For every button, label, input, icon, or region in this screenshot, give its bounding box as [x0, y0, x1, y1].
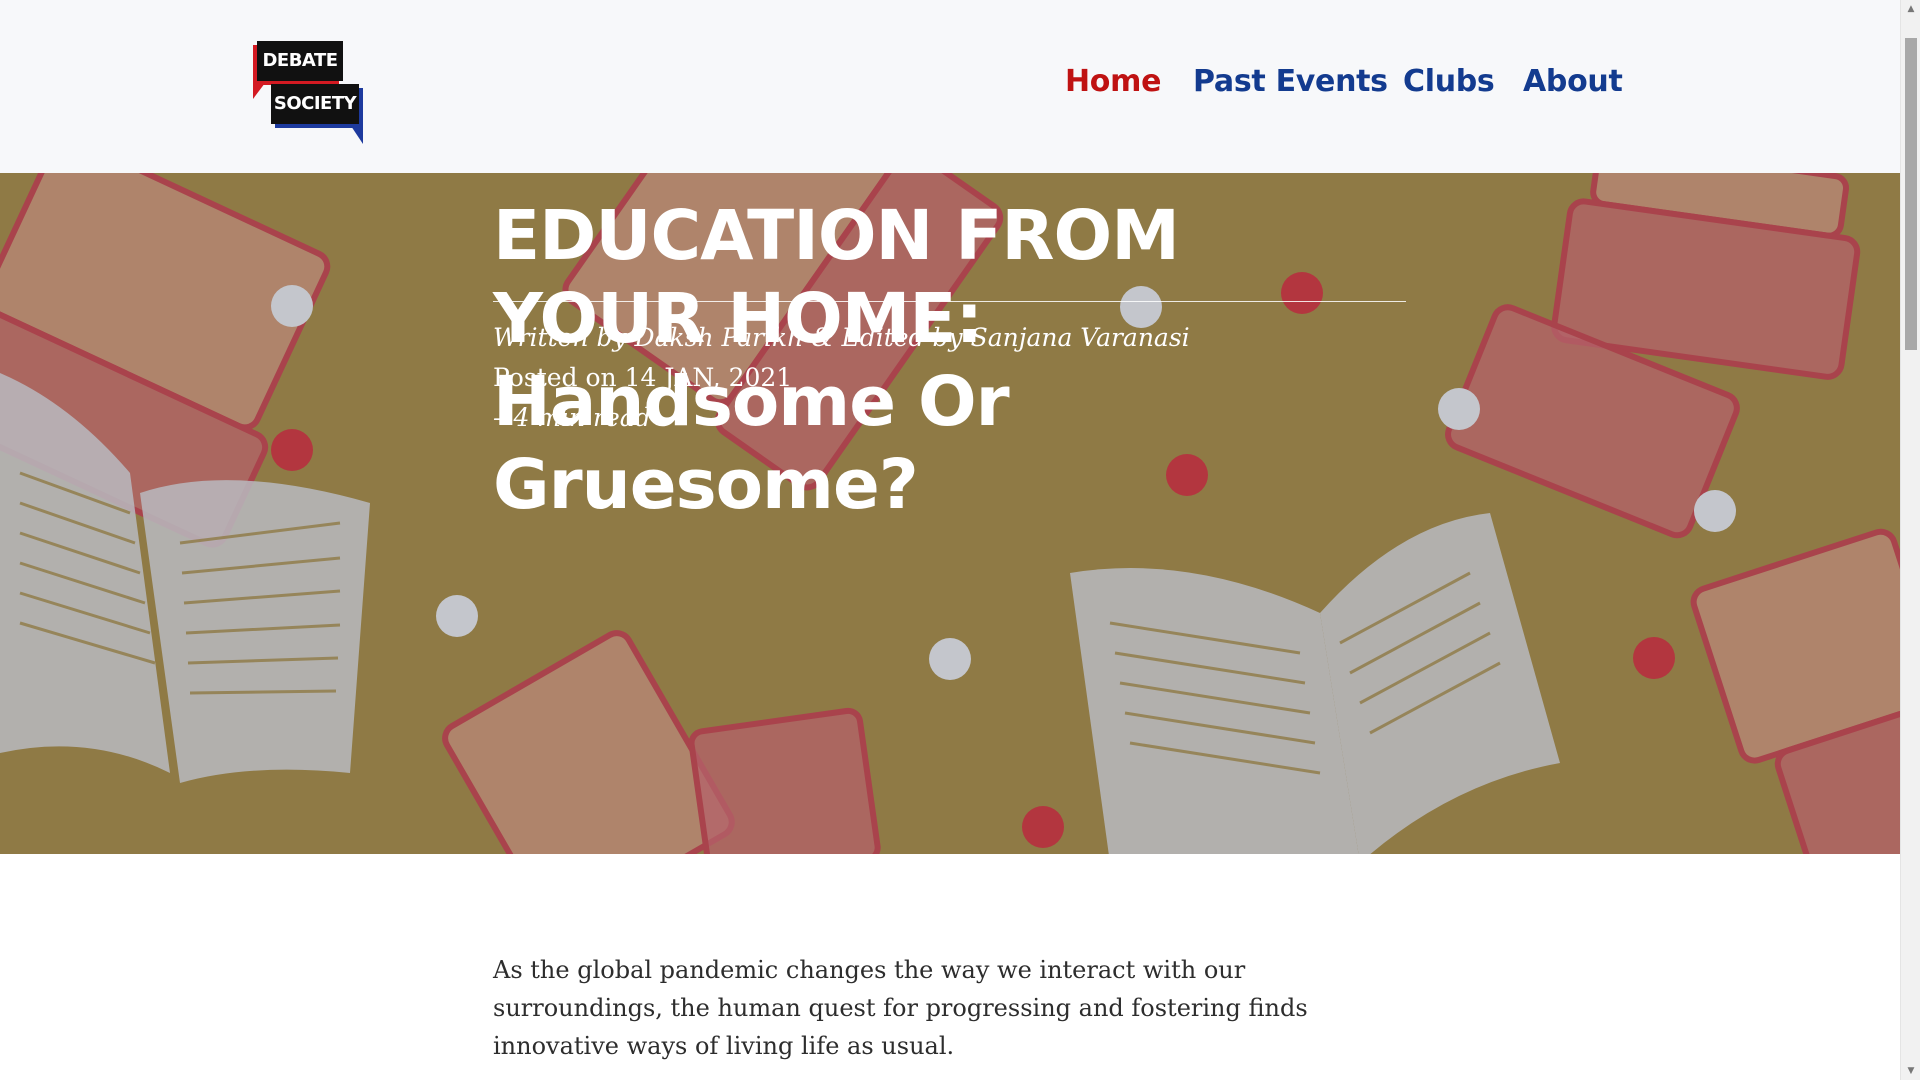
article-intro-paragraph: As the global pandemic changes the way w… — [493, 956, 1308, 1060]
scroll-down-arrow-icon[interactable]: ▼ — [1901, 1062, 1920, 1080]
read-time: – 4 min read — [493, 403, 651, 432]
scroll-up-arrow-icon[interactable]: ▲ — [1901, 0, 1920, 18]
logo-bubble-bottom: SOCIETY — [271, 84, 363, 144]
hero-banner: EDUCATION FROM YOUR HOME: Handsome Or Gr… — [0, 173, 1900, 854]
posted-date: Posted on 14 JAN, 2021 — [493, 363, 793, 392]
nav-clubs[interactable]: Clubs — [1403, 64, 1495, 99]
page-scrollbar[interactable]: ▲ ▼ — [1900, 0, 1920, 1080]
logo-word-debate: DEBATE — [262, 50, 338, 71]
scrollbar-thumb[interactable] — [1905, 38, 1917, 350]
debate-society-logo[interactable]: DEBATE SOCIETY — [253, 38, 363, 144]
nav-past-events[interactable]: Past Events — [1193, 64, 1388, 99]
byline: Written by Daksh Parikh & Edited by Sanj… — [493, 323, 1190, 352]
logo-word-society: SOCIETY — [273, 93, 357, 114]
article-meta: Written by Daksh Parikh & Edited by Sanj… — [493, 318, 1190, 438]
nav-home[interactable]: Home — [1065, 64, 1161, 99]
nav-about[interactable]: About — [1523, 64, 1623, 99]
site-header: DEBATE SOCIETY Home Past Events Clubs Ab… — [0, 0, 1900, 173]
title-divider — [493, 301, 1406, 302]
logo-bubble-top: DEBATE — [253, 41, 343, 99]
